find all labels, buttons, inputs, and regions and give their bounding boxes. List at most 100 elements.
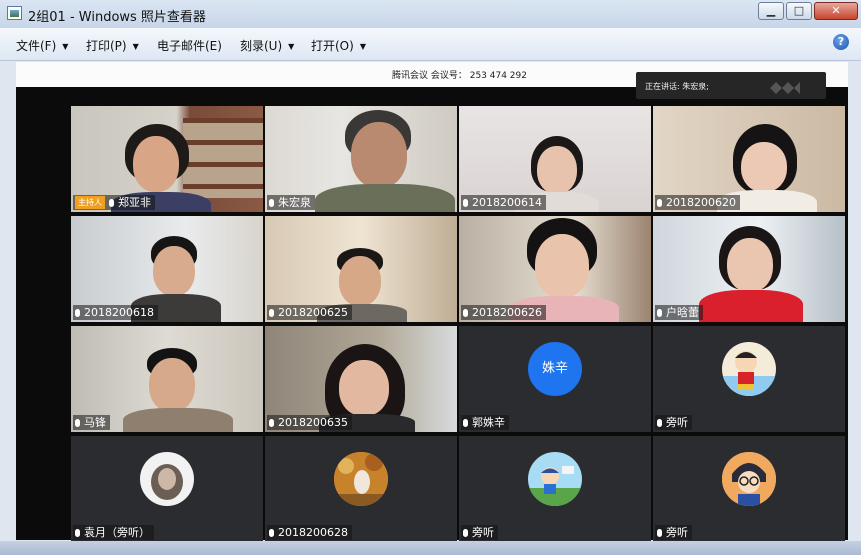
menu-burn-label: 刻录(U) <box>240 39 283 53</box>
participant-label: 朱宏泉 <box>267 195 315 210</box>
chevron-down-icon: ▼ <box>359 42 366 51</box>
participant-label: 2018200635 <box>267 415 352 430</box>
person-body <box>315 184 455 212</box>
chevron-down-icon: ▼ <box>132 42 139 51</box>
participant-name: 户晗蕾 <box>666 306 699 319</box>
chevron-down-icon: ▼ <box>288 42 295 51</box>
video-tile-2[interactable]: 朱宏泉 <box>265 106 457 212</box>
participant-name: 2018200620 <box>666 196 736 209</box>
mic-icon <box>109 199 114 207</box>
participant-name: 2018200625 <box>278 306 348 319</box>
participant-label: 2018200614 <box>461 195 546 210</box>
photo-viewer-icon <box>7 6 22 20</box>
person-face <box>537 146 577 194</box>
video-tile-9[interactable]: 马锋 <box>71 326 263 432</box>
photo-avatar-icon <box>151 464 183 500</box>
avatar <box>722 342 776 396</box>
mic-icon <box>269 529 274 537</box>
person-face <box>727 238 773 292</box>
mic-icon <box>75 309 80 317</box>
mic-icon <box>657 309 662 317</box>
menu-file[interactable]: 文件(F) ▼ <box>16 37 68 54</box>
maximize-button[interactable]: □ <box>786 2 812 20</box>
menu-open[interactable]: 打开(O) ▼ <box>311 37 366 54</box>
bookshelf <box>183 118 263 198</box>
participant-name: 朱宏泉 <box>278 196 311 209</box>
speaker-text: 正在讲话: 朱宏泉; <box>645 82 709 91</box>
meeting-info: 腾讯会议 会议号： 253 474 292 <box>392 71 527 81</box>
audio-wave-icon <box>770 82 800 94</box>
video-tile-7[interactable]: 2018200626 <box>459 216 651 322</box>
participant-label: 2018200620 <box>655 195 740 210</box>
person-body <box>123 408 233 432</box>
mic-icon <box>75 529 80 537</box>
video-tile-10[interactable]: 2018200635 <box>265 326 457 432</box>
video-tile-4[interactable]: 2018200620 <box>653 106 845 212</box>
person-face <box>133 136 179 192</box>
participant-name: 2018200626 <box>472 306 542 319</box>
video-tile-11[interactable]: 姝辛 郭姝辛 <box>459 326 651 432</box>
mic-icon <box>269 419 274 427</box>
video-tile-3[interactable]: 2018200614 <box>459 106 651 212</box>
participant-name: 郭姝辛 <box>472 416 505 429</box>
menu-file-label: 文件(F) <box>16 39 57 53</box>
avatar <box>528 452 582 506</box>
menu-email[interactable]: 电子邮件(E) <box>157 37 222 54</box>
mic-icon <box>269 199 274 207</box>
cartoon-avatar-icon <box>528 466 582 506</box>
help-icon[interactable]: ? <box>833 34 849 50</box>
person-face <box>149 358 195 412</box>
video-tile-14[interactable]: 2018200628 <box>265 436 457 542</box>
mic-icon <box>657 199 662 207</box>
video-tile-5[interactable]: 2018200618 <box>71 216 263 322</box>
participant-label: 旁听 <box>655 415 692 430</box>
video-tile-12[interactable]: 旁听 <box>653 326 845 432</box>
person-face <box>339 360 389 416</box>
video-tile-16[interactable]: 旁听 <box>653 436 845 542</box>
mic-icon <box>269 309 274 317</box>
participant-label: 郭姝辛 <box>461 415 509 430</box>
person-face <box>351 122 407 188</box>
chevron-down-icon: ▼ <box>62 42 69 51</box>
mic-icon <box>75 419 80 427</box>
avatar: 姝辛 <box>528 342 582 396</box>
menu-bar: 文件(F) ▼ 打印(P) ▼ 电子邮件(E) 刻录(U) ▼ 打开(O) ▼ <box>0 28 861 61</box>
minimize-button[interactable]: ▁ <box>758 2 784 20</box>
menu-open-label: 打开(O) <box>311 39 354 53</box>
host-badge: 主持人 <box>75 196 105 209</box>
menu-print-label: 打印(P) <box>86 39 127 53</box>
close-button[interactable]: ✕ <box>814 2 858 20</box>
participant-label: 袁月（旁听） <box>73 525 154 540</box>
video-tile-8[interactable]: 户晗蕾 <box>653 216 845 322</box>
viewer-control-bar <box>0 541 861 555</box>
participant-label: 马锋 <box>73 415 110 430</box>
title-bar: 2组01 - Windows 照片查看器 ▁ □ ✕ <box>0 0 861 28</box>
video-tile-13[interactable]: 袁月（旁听） <box>71 436 263 542</box>
participant-name: 旁听 <box>472 526 494 539</box>
participant-label: 户晗蕾 <box>655 305 703 320</box>
avatar <box>722 452 776 506</box>
participant-name: 2018200628 <box>278 526 348 539</box>
person-face <box>535 234 589 298</box>
menu-burn[interactable]: 刻录(U) ▼ <box>240 37 294 54</box>
menu-print[interactable]: 打印(P) ▼ <box>86 37 139 54</box>
participant-label: 旁听 <box>655 525 692 540</box>
cartoon-avatar-icon <box>722 452 776 506</box>
mic-icon <box>463 199 468 207</box>
participant-name: 旁听 <box>666 526 688 539</box>
person-face <box>339 256 381 306</box>
participant-name: 马锋 <box>84 416 106 429</box>
participant-label: 旁听 <box>461 525 498 540</box>
participant-label: 2018200618 <box>73 305 158 320</box>
video-tile-6[interactable]: 2018200625 <box>265 216 457 322</box>
avatar <box>334 452 388 506</box>
mic-icon <box>463 529 468 537</box>
participant-name: 2018200635 <box>278 416 348 429</box>
video-tile-1[interactable]: 主持人 郑亚非 <box>71 106 263 212</box>
participant-name: 2018200614 <box>472 196 542 209</box>
menu-email-label: 电子邮件(E) <box>157 39 222 53</box>
participant-label: 2018200626 <box>461 305 546 320</box>
window-title: 2组01 - Windows 照片查看器 <box>28 10 206 25</box>
video-tile-15[interactable]: 旁听 <box>459 436 651 542</box>
cartoon-avatar-icon <box>722 351 776 396</box>
